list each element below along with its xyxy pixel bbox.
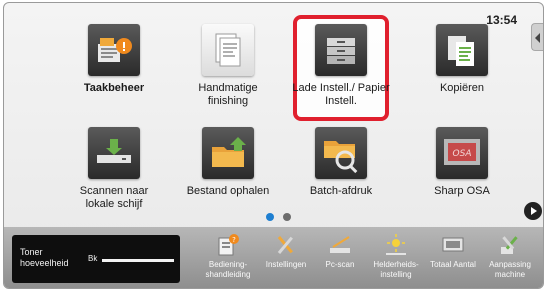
bottom-item-machine-adjust[interactable]: Aanpassing machine — [482, 233, 538, 280]
page-dot-active[interactable] — [266, 213, 274, 221]
tile-scannen-naar-lokale-schijf[interactable]: Scannen naar lokale schijf — [64, 127, 164, 211]
copy-icon — [436, 24, 488, 76]
bottom-item-label: Pc-scan — [325, 260, 355, 269]
toner-label: Toner hoeveelheid — [20, 247, 69, 268]
machine-adjust-icon — [497, 233, 523, 257]
settings-tools-icon — [273, 233, 299, 257]
batch-print-icon — [315, 127, 367, 179]
bottom-item-brightness[interactable]: Helderheids- instelling — [366, 233, 426, 280]
bottom-item-settings[interactable]: Instellingen — [258, 233, 314, 270]
bottom-item-pc-scan[interactable]: Pc-scan — [318, 233, 362, 270]
tile-taakbeheer[interactable]: Taakbeheer — [64, 24, 164, 95]
tile-label: Handmatige finishing — [198, 82, 258, 107]
touch-panel-screen: 13:54 Taakbeheer Handmatige finishing La… — [3, 2, 544, 289]
tile-kopieren[interactable]: Kopiëren — [412, 24, 512, 95]
toner-color-label: Bk — [88, 254, 98, 263]
manual-icon: ? — [215, 233, 241, 257]
bottom-item-label: Helderheids- instelling — [373, 260, 419, 279]
bottom-item-label: Instellingen — [265, 260, 307, 269]
job-status-icon — [88, 24, 140, 76]
tile-label: Batch-afdruk — [309, 185, 373, 197]
tile-label: Lade Instell./ Papier Instell. — [292, 82, 390, 107]
brightness-icon — [383, 233, 409, 257]
tile-label: Kopiëren — [439, 82, 485, 94]
tile-handmatige-finishing[interactable]: Handmatige finishing — [178, 24, 278, 108]
tile-label: Taakbeheer — [83, 82, 145, 94]
tile-lade-instell[interactable]: Lade Instell./ Papier Instell. — [291, 24, 391, 108]
pc-scan-icon — [327, 233, 353, 257]
scan-to-local-drive-icon — [88, 127, 140, 179]
page-dot[interactable] — [283, 213, 291, 221]
manual-finishing-icon — [202, 24, 254, 76]
tile-label: Scannen naar lokale schijf — [79, 185, 149, 210]
tile-bestand-ophalen[interactable]: Bestand ophalen — [178, 127, 278, 198]
svg-text:OSA: OSA — [453, 149, 472, 159]
counter-icon — [440, 233, 466, 257]
bottom-item-manual[interactable]: ? Bediening- shandleiding — [198, 233, 258, 280]
toner-level-bar — [102, 259, 174, 262]
next-page-button[interactable] — [524, 202, 542, 220]
tile-label: Sharp OSA — [434, 185, 490, 197]
tile-sharp-osa[interactable]: OSA Sharp OSA — [412, 127, 512, 198]
toner-status-panel: Toner hoeveelheid Bk — [12, 235, 180, 283]
svg-text:?: ? — [232, 236, 236, 244]
bottom-item-label: Aanpassing machine — [489, 260, 531, 279]
tile-batch-afdruk[interactable]: Batch-afdruk — [291, 127, 391, 198]
sharp-osa-icon: OSA — [436, 127, 488, 179]
tile-label: Bestand ophalen — [186, 185, 270, 197]
bottom-item-total-count[interactable]: Totaal Aantal — [426, 233, 480, 270]
bottom-item-label: Bediening- shandleiding — [205, 260, 251, 279]
bottom-item-label: Totaal Aantal — [430, 260, 476, 269]
page-indicator — [266, 208, 300, 226]
side-panel-tab[interactable] — [531, 23, 543, 51]
file-retrieve-icon — [202, 127, 254, 179]
bottom-action-bar: Toner hoeveelheid Bk ? Bediening- shandl… — [4, 227, 543, 288]
tray-settings-icon — [315, 24, 367, 76]
